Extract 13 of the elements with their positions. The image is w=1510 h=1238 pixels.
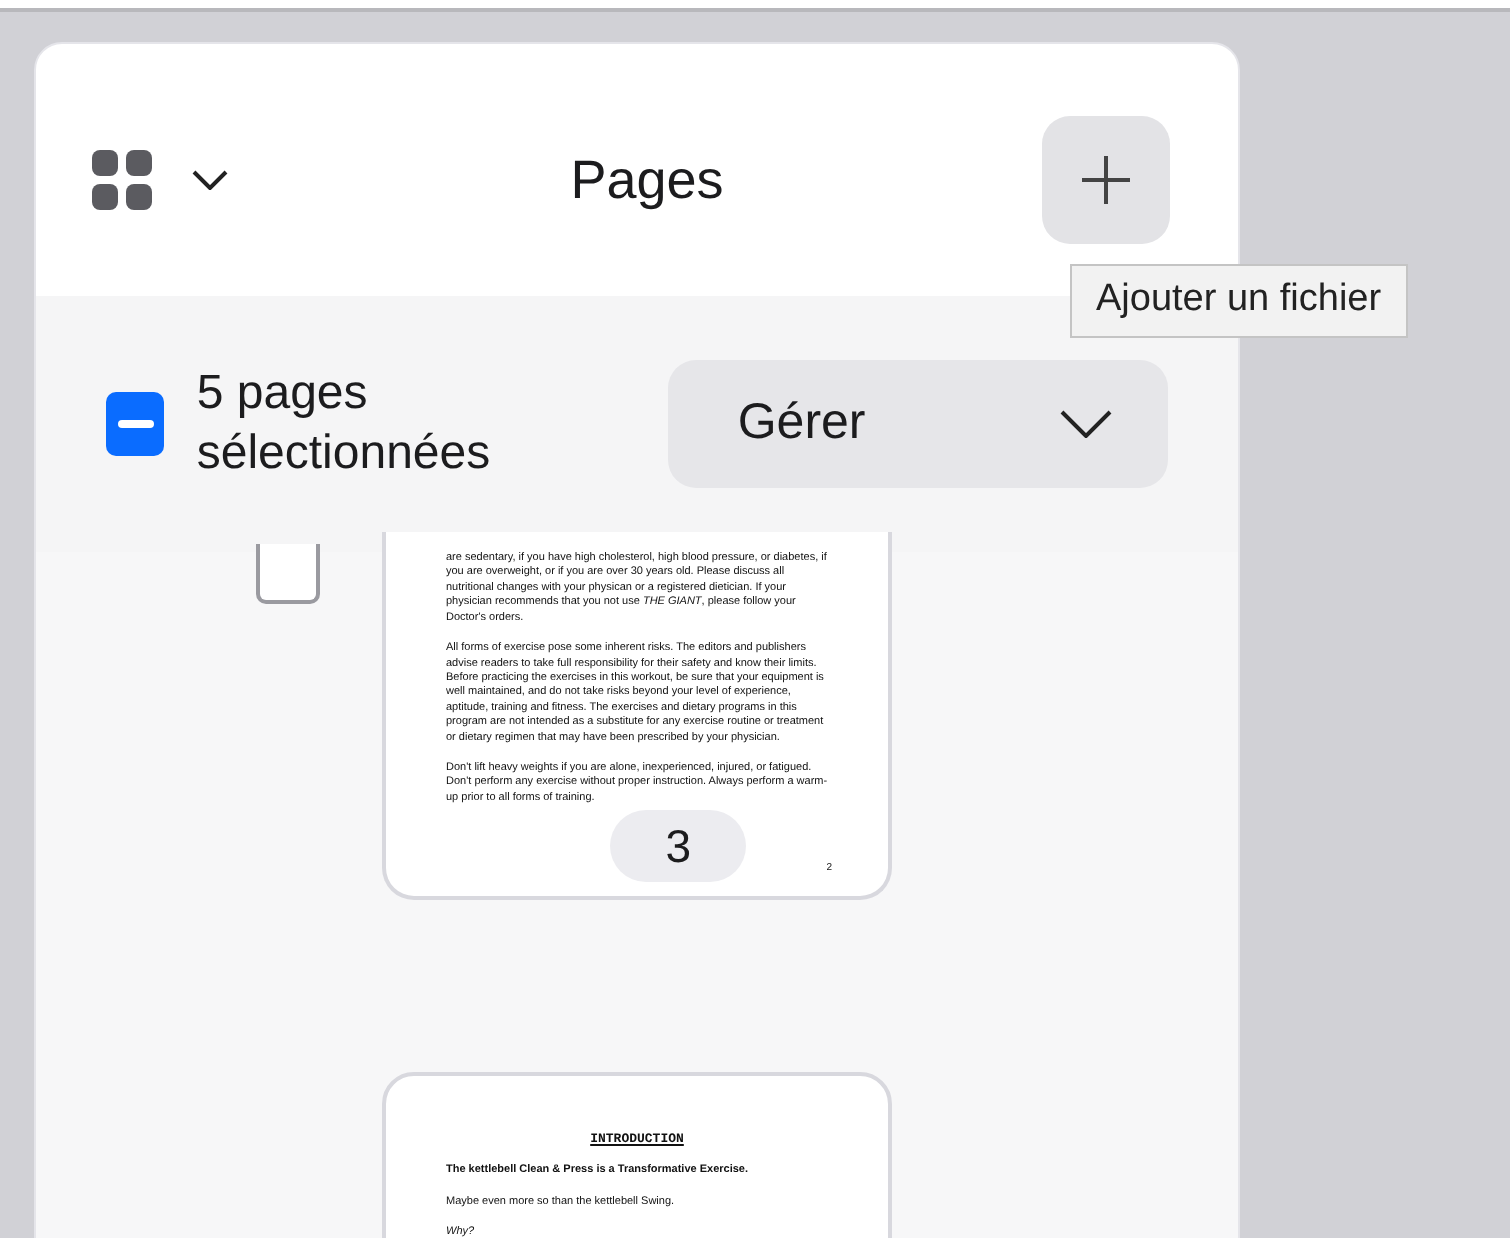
plus-icon [1080,154,1132,206]
manage-dropdown[interactable]: Gérer [667,360,1168,488]
panel-title: Pages [568,147,726,214]
page-checkbox[interactable] [256,544,320,604]
select-all-checkbox[interactable] [106,392,165,456]
page-number-badge: 3 [610,810,747,883]
chevron-down-icon [1060,410,1112,438]
grid-icon [92,150,152,210]
view-menu-button[interactable] [92,150,228,210]
tooltip: Ajouter un fichier [1070,264,1408,338]
chevron-down-icon [192,170,228,190]
add-file-button[interactable] [1042,116,1170,244]
selection-count: 5 pages sélectionnées [196,364,493,484]
